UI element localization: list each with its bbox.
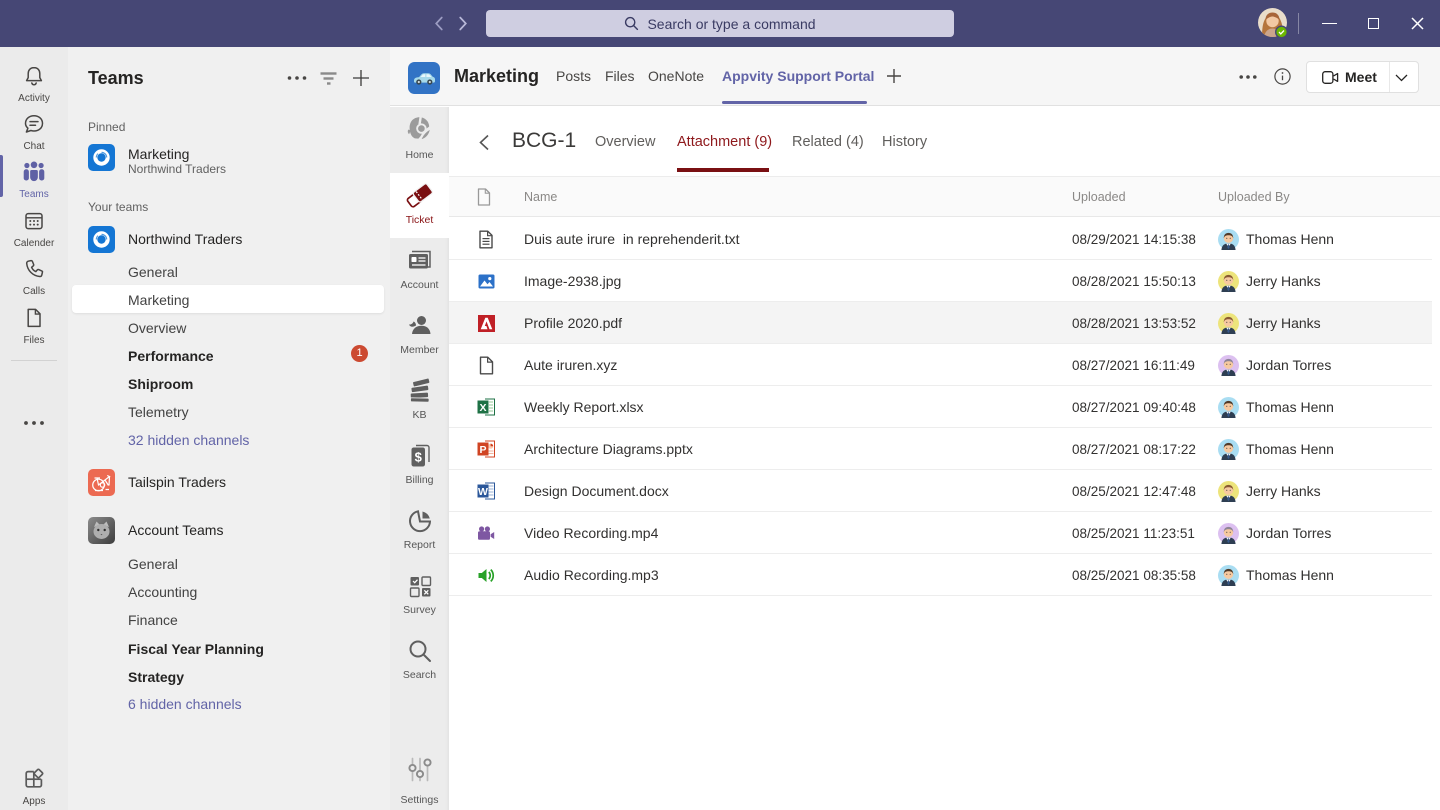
svg-text:P: P [479,444,486,456]
svg-text:W: W [478,486,488,498]
svg-text:$: $ [414,449,422,464]
svg-text:X: X [479,402,486,414]
